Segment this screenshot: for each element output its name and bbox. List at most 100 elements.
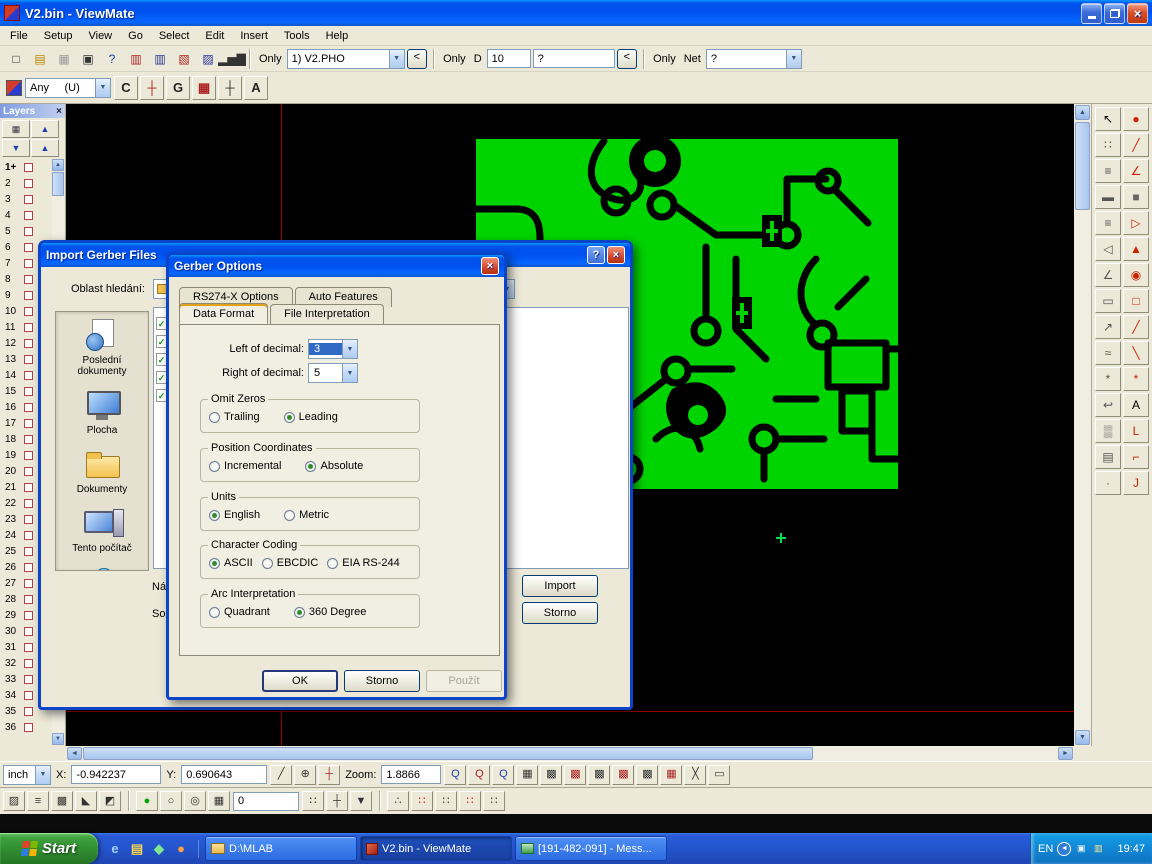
vertical-scrollbar[interactable]: ▲ ▼ bbox=[1074, 104, 1091, 746]
fill-icon[interactable]: ▩ bbox=[51, 791, 73, 811]
bar-icon[interactable]: ▬ bbox=[1095, 185, 1121, 209]
close-icon[interactable]: × bbox=[56, 106, 62, 117]
table-icon[interactable]: ▤ bbox=[1095, 445, 1121, 469]
grid-a-icon[interactable]: ▦ bbox=[516, 765, 538, 785]
dcode-table-icon[interactable]: ▧ bbox=[173, 48, 195, 70]
layer-color-swatch[interactable] bbox=[24, 307, 33, 316]
radio-option[interactable]: English bbox=[209, 509, 260, 521]
radio-option[interactable]: 360 Degree bbox=[294, 606, 367, 618]
layer-color-swatch[interactable] bbox=[24, 563, 33, 572]
layer-color-swatch[interactable] bbox=[24, 291, 33, 300]
text-tool-icon[interactable]: A bbox=[244, 76, 268, 100]
tab-file-interpretation[interactable]: File Interpretation bbox=[270, 304, 384, 324]
text-a-icon[interactable]: A bbox=[1123, 393, 1149, 417]
rows-icon[interactable]: ≡ bbox=[1095, 211, 1121, 235]
move-down-icon[interactable]: ▼ bbox=[2, 139, 30, 157]
layer-color-swatch[interactable] bbox=[24, 195, 33, 204]
y-coordinate-field[interactable]: 0.690643 bbox=[181, 765, 267, 784]
layer-color-swatch[interactable] bbox=[24, 483, 33, 492]
list-icon[interactable]: ≡ bbox=[1095, 159, 1121, 183]
any-filter-combo[interactable]: Any (U) ▼ bbox=[25, 78, 111, 98]
grid-toggle-icon[interactable]: ▦ bbox=[208, 791, 230, 811]
layer-row[interactable]: 5 bbox=[0, 223, 52, 239]
layer-row[interactable]: 1+ bbox=[0, 159, 52, 175]
layer-color-swatch[interactable] bbox=[24, 419, 33, 428]
black-dots2-icon[interactable]: ∷ bbox=[483, 791, 505, 811]
restore-button[interactable] bbox=[1104, 3, 1125, 24]
language-indicator[interactable]: EN bbox=[1038, 843, 1053, 855]
hide-icons-chevron-icon[interactable]: ◄ bbox=[1057, 842, 1071, 856]
text-j-icon[interactable]: J bbox=[1123, 471, 1149, 495]
apply-button[interactable]: Použít bbox=[426, 670, 502, 692]
layer-color-swatch[interactable] bbox=[24, 339, 33, 348]
highlight-table-icon[interactable]: ▨ bbox=[197, 48, 219, 70]
layer-color-swatch[interactable] bbox=[24, 211, 33, 220]
layer-table-icon[interactable]: ▦ bbox=[2, 120, 30, 138]
tab-data-format[interactable]: Data Format bbox=[179, 303, 268, 324]
overlay-icon[interactable]: ▦ bbox=[660, 765, 682, 785]
radio-option[interactable]: Incremental bbox=[209, 460, 281, 472]
red-grid-icon[interactable]: ▦ bbox=[192, 76, 216, 100]
layer-row[interactable]: 2 bbox=[0, 175, 52, 191]
layer-color-swatch[interactable] bbox=[24, 275, 33, 284]
layer-color-swatch[interactable] bbox=[24, 227, 33, 236]
layer-color-swatch[interactable] bbox=[24, 595, 33, 604]
layer-color-swatch[interactable] bbox=[24, 659, 33, 668]
draw-rect-icon[interactable]: □ bbox=[1123, 289, 1149, 313]
zoom-select-icon[interactable]: Q bbox=[468, 765, 490, 785]
layers-table-icon[interactable]: ▥ bbox=[149, 48, 171, 70]
place-my-computer[interactable]: Tento počítač bbox=[56, 500, 148, 559]
scroll-up-icon[interactable]: ▲ bbox=[1075, 105, 1090, 120]
hatch-icon[interactable]: ▨ bbox=[3, 791, 25, 811]
zoom-out-icon[interactable]: Q bbox=[492, 765, 514, 785]
task-message[interactable]: [191-482-091] - Mess... bbox=[515, 836, 667, 861]
layer-color-swatch[interactable] bbox=[24, 627, 33, 636]
prev-layer-button[interactable]: < bbox=[407, 49, 427, 69]
unit-combo[interactable]: inch ▼ bbox=[3, 765, 51, 785]
layer-color-swatch[interactable] bbox=[24, 451, 33, 460]
only-layer-toggle[interactable]: Only bbox=[259, 53, 282, 65]
open-file-icon[interactable]: ▤ bbox=[29, 48, 51, 70]
place-network[interactable]: Místa v síti bbox=[56, 559, 148, 571]
layer-color-swatch[interactable] bbox=[24, 403, 33, 412]
fill-icon[interactable]: ▒ bbox=[1095, 419, 1121, 443]
task-viewmate[interactable]: V2.bin - ViewMate bbox=[360, 836, 512, 861]
draw-pad-icon[interactable]: ● bbox=[1123, 107, 1149, 131]
radio-option[interactable]: Trailing bbox=[209, 411, 260, 423]
scroll-down-icon[interactable]: ▼ bbox=[52, 733, 64, 745]
pattern-d-icon[interactable]: ▩ bbox=[636, 765, 658, 785]
target-icon[interactable]: ⊕ bbox=[294, 765, 316, 785]
circle-tool-icon[interactable]: ○ bbox=[160, 791, 182, 811]
crosshair-icon[interactable]: ┼ bbox=[218, 76, 242, 100]
close-button[interactable]: × bbox=[1127, 3, 1148, 24]
layer-color-swatch[interactable] bbox=[24, 467, 33, 476]
draw-triangle-icon[interactable]: ▲ bbox=[1123, 237, 1149, 261]
place-recent-documents[interactable]: Poslední dokumenty bbox=[56, 312, 148, 382]
layer-color-swatch[interactable] bbox=[24, 691, 33, 700]
probe-tool-icon[interactable]: ◎ bbox=[184, 791, 206, 811]
draw-target-icon[interactable]: ◉ bbox=[1123, 263, 1149, 287]
import-button[interactable]: Import bbox=[522, 575, 598, 597]
radio-option[interactable]: Metric bbox=[284, 509, 329, 521]
network-status-icon[interactable]: ▥ bbox=[1091, 842, 1105, 856]
radio-option[interactable]: ASCII bbox=[209, 557, 253, 569]
diag-dots-icon[interactable]: ∴ bbox=[387, 791, 409, 811]
place-documents[interactable]: Dokumenty bbox=[56, 441, 148, 500]
corner-icon[interactable]: ⌐ bbox=[1123, 445, 1149, 469]
layer-row[interactable]: 36 bbox=[0, 719, 52, 735]
left-of-decimal-combo[interactable]: 3 ▼ bbox=[308, 339, 358, 359]
zoom-field[interactable]: 1.8866 bbox=[381, 765, 441, 784]
cancel-button[interactable]: Storno bbox=[522, 602, 598, 624]
layer-color-swatch[interactable] bbox=[24, 611, 33, 620]
prev-icon[interactable]: ◁ bbox=[1095, 237, 1121, 261]
task-dmlab[interactable]: D:\MLAB bbox=[205, 836, 357, 861]
layer-row[interactable]: 4 bbox=[0, 207, 52, 223]
rows-icon[interactable]: ≡ bbox=[27, 791, 49, 811]
black-dots-icon[interactable]: ∷ bbox=[435, 791, 457, 811]
snap-grid-icon[interactable]: ┼ bbox=[140, 76, 164, 100]
layer-color-swatch[interactable] bbox=[24, 675, 33, 684]
x-coordinate-field[interactable]: -0.942237 bbox=[71, 765, 161, 784]
layer-color-swatch[interactable] bbox=[24, 371, 33, 380]
print-icon[interactable]: ▣ bbox=[77, 48, 99, 70]
right-of-decimal-combo[interactable]: 5 ▼ bbox=[308, 363, 358, 383]
